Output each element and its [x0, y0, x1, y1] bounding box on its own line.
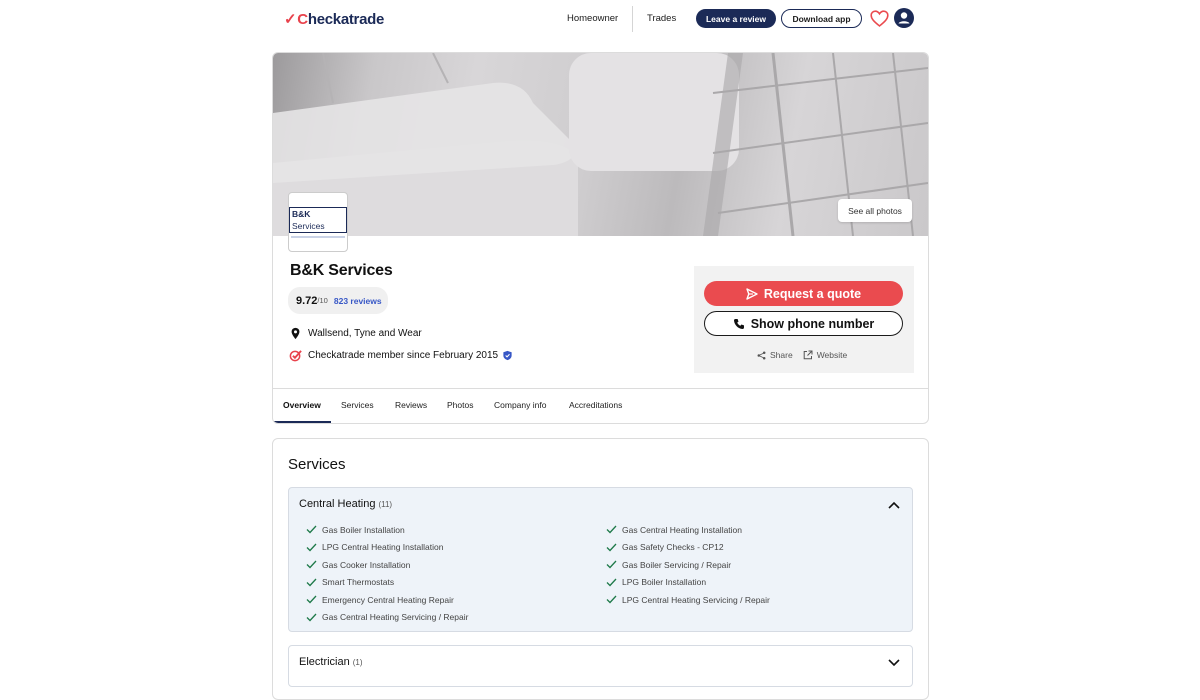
- accordion-electrician[interactable]: Electrician (1): [288, 645, 913, 687]
- check-icon: [306, 595, 317, 604]
- list-item: Gas Safety Checks - CP12: [606, 539, 770, 557]
- business-name: B&K Services: [290, 262, 393, 279]
- tab-reviews[interactable]: Reviews: [395, 400, 427, 410]
- list-item: Gas Boiler Servicing / Repair: [606, 556, 770, 574]
- rating-score: 9.72: [296, 294, 318, 307]
- list-item: Smart Thermostats: [306, 574, 468, 592]
- check-icon: [606, 595, 617, 604]
- check-icon: [606, 560, 617, 569]
- logo-check-mark: ✓: [284, 11, 297, 28]
- check-icon: [306, 613, 317, 622]
- heart-icon[interactable]: [869, 8, 890, 29]
- check-icon: [306, 525, 317, 534]
- services-heading: Services: [288, 456, 346, 473]
- accordion-central-heating[interactable]: Central Heating (11) Gas Boiler Installat…: [288, 487, 913, 632]
- list-item: Gas Central Heating Installation: [606, 521, 770, 539]
- external-link-icon: [803, 350, 813, 360]
- check-icon: [306, 543, 317, 552]
- location-pin-icon: [291, 327, 300, 340]
- service-list-right: Gas Central Heating Installation Gas Saf…: [606, 521, 770, 609]
- share-icon: [757, 351, 766, 359]
- list-item: Emergency Central Heating Repair: [306, 591, 468, 609]
- list-item: Gas Cooker Installation: [306, 556, 468, 574]
- check-icon: [606, 525, 617, 534]
- website-link[interactable]: Website: [803, 350, 847, 360]
- check-icon: [306, 578, 317, 587]
- services-section: Services Central Heating (11) Gas Boiler …: [272, 438, 929, 700]
- list-item: LPG Central Heating Servicing / Repair: [606, 591, 770, 609]
- share-link[interactable]: Share: [757, 350, 793, 360]
- rating-suffix: /10: [317, 296, 328, 305]
- active-tab-indicator: [273, 421, 331, 423]
- profile-card: See all photos B&K Services B&K Services…: [272, 52, 929, 424]
- reviews-link[interactable]: 823 reviews: [334, 296, 382, 306]
- list-item: LPG Boiler Installation: [606, 574, 770, 592]
- checkatrade-check-icon: [289, 350, 302, 362]
- tab-company-info[interactable]: Company info: [494, 400, 546, 410]
- logo-text: heckatrade: [307, 10, 385, 28]
- checkatrade-logo[interactable]: ✓ Checkatrade: [284, 10, 385, 29]
- phone-icon: [733, 318, 744, 329]
- request-quote-button[interactable]: Request a quote: [704, 281, 903, 306]
- nav-trades[interactable]: Trades: [647, 13, 676, 24]
- location-text: Wallsend, Tyne and Wear: [308, 328, 422, 339]
- member-since-text: Checkatrade member since February 2015: [308, 350, 499, 361]
- verified-shield-icon: [503, 350, 512, 361]
- profile-tabs: Overview Services Reviews Photos Company…: [273, 388, 928, 423]
- cover-photo-image: [273, 53, 928, 236]
- list-item: Gas Boiler Installation: [306, 521, 468, 539]
- check-icon: [606, 543, 617, 552]
- leave-review-button[interactable]: Leave a review: [696, 9, 776, 28]
- chevron-down-icon[interactable]: [888, 658, 900, 668]
- cover-photo[interactable]: See all photos: [273, 53, 928, 236]
- list-item: Gas Central Heating Servicing / Repair: [306, 609, 468, 627]
- service-list-left: Gas Boiler Installation LPG Central Heat…: [306, 521, 468, 626]
- tab-accreditations[interactable]: Accreditations: [569, 400, 622, 410]
- see-all-photos-button[interactable]: See all photos: [838, 199, 912, 222]
- tab-photos[interactable]: Photos: [447, 400, 473, 410]
- check-icon: [306, 560, 317, 569]
- rating-badge[interactable]: 9.72 /10 823 reviews: [288, 287, 388, 314]
- send-icon: [746, 287, 758, 300]
- accordion-header[interactable]: Central Heating (11): [299, 498, 392, 510]
- list-item: LPG Central Heating Installation: [306, 539, 468, 557]
- nav-divider: [632, 6, 633, 32]
- user-icon[interactable]: [894, 8, 914, 28]
- accordion-header[interactable]: Electrician (1): [299, 656, 363, 668]
- download-app-button[interactable]: Download app: [781, 9, 862, 28]
- tab-overview[interactable]: Overview: [283, 400, 321, 410]
- location-row: Wallsend, Tyne and Wear: [289, 327, 422, 340]
- member-since-row: Checkatrade member since February 2015: [289, 349, 513, 362]
- tab-services[interactable]: Services: [341, 400, 374, 410]
- nav-homeowner[interactable]: Homeowner: [567, 13, 618, 24]
- chevron-up-icon[interactable]: [888, 500, 900, 510]
- contact-panel: Request a quote Show phone number Share: [694, 266, 914, 373]
- company-logo: B&K Services: [288, 192, 348, 252]
- check-icon: [606, 578, 617, 587]
- show-phone-button[interactable]: Show phone number: [704, 311, 903, 336]
- share-website-links: Share Website: [757, 350, 857, 360]
